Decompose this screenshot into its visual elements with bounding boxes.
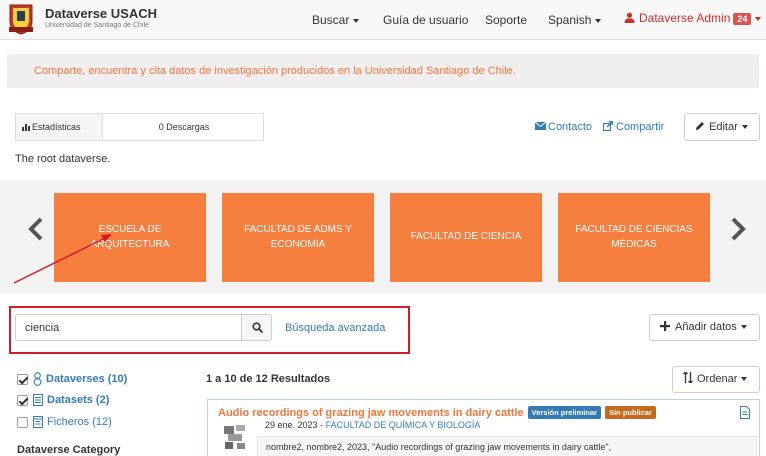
- nav-language-label: Spanish: [548, 13, 592, 27]
- files-checkbox[interactable]: [17, 416, 28, 428]
- facet-datasets-label: Datasets (2): [47, 394, 110, 406]
- add-data-button[interactable]: Añadir datos: [649, 314, 760, 341]
- result-meta: 29 ene. 2023 - FACULTAD DE QUÍMICA Y BIO…: [265, 420, 481, 430]
- file-icon: [740, 406, 750, 419]
- downloads-count: 0 Descargas: [158, 122, 210, 132]
- facet-files[interactable]: Ficheros (12): [17, 416, 112, 429]
- search-input[interactable]: [15, 314, 242, 341]
- contact-label: Contacto: [548, 121, 593, 133]
- result-card: Audio recordings of grazing jaw movement…: [207, 399, 760, 456]
- usach-logo[interactable]: [8, 3, 34, 35]
- facet-datasets[interactable]: Datasets (2): [17, 394, 110, 407]
- search-button[interactable]: [241, 314, 272, 341]
- chevron-left-icon[interactable]: [26, 216, 46, 242]
- nav-user-menu[interactable]: Dataverse Admin 24: [624, 11, 762, 25]
- results-count: 1 a 10 de 12 Resultados: [206, 373, 331, 385]
- brand-title[interactable]: Dataverse USACH: [45, 6, 157, 21]
- stats-label: Estadísticas: [16, 114, 103, 140]
- brand-subtitle: Universidad de Santiago de Chile: [45, 22, 149, 29]
- chevron-down-icon: [595, 18, 602, 23]
- sort-button[interactable]: Ordenar: [672, 366, 760, 393]
- result-title[interactable]: Audio recordings of grazing jaw movement…: [218, 406, 657, 419]
- nav-language-menu[interactable]: Spanish: [548, 13, 602, 27]
- dataverse-icon: [33, 372, 42, 386]
- featured-carousel: ESCUELA DE ARQUITECTURA FACULTAD DE ADMS…: [0, 180, 766, 294]
- nav-user-label: Dataverse Admin: [639, 11, 731, 25]
- carousel-card[interactable]: FACULTAD DE ADMS Y ECONOMÍA: [222, 193, 374, 282]
- chevron-down-icon: [740, 325, 747, 330]
- nav-support[interactable]: Soporte: [485, 13, 527, 27]
- root-description: The root dataverse.: [15, 153, 111, 165]
- magnifier-icon: [252, 322, 263, 333]
- bar-chart-icon: [22, 124, 30, 131]
- dataset-thumbnail[interactable]: [222, 422, 248, 452]
- share-label: Compartir: [616, 121, 665, 133]
- chevron-down-icon: [353, 18, 360, 23]
- sort-label: Ordenar: [697, 373, 738, 385]
- dataset-icon: [33, 394, 43, 407]
- unpublished-badge: Sin publicar: [605, 406, 657, 419]
- stats-panel: Estadísticas 0 Descargas: [15, 113, 264, 141]
- draft-badge: Versión preliminar: [527, 406, 602, 419]
- chevron-down-icon: [741, 125, 748, 130]
- chevron-down-icon: [755, 16, 762, 21]
- envelope-icon: [534, 121, 547, 130]
- contact-link[interactable]: Contacto: [534, 121, 593, 133]
- result-faculty-link[interactable]: FACULTAD DE QUÍMICA Y BIOLOGÍA: [326, 420, 481, 430]
- nav-search-label: Buscar: [312, 13, 350, 27]
- sort-icon: [683, 371, 693, 384]
- facet-dataverses[interactable]: Dataverses (10): [17, 372, 127, 386]
- pencil-icon: [696, 122, 704, 130]
- carousel-card[interactable]: FACULTAD DE CIENCIA: [390, 193, 542, 282]
- chevron-down-icon: [741, 377, 748, 382]
- welcome-banner: Comparte, encuentra y cita datos de inve…: [7, 54, 759, 88]
- chevron-right-icon[interactable]: [728, 216, 748, 242]
- add-data-label: Añadir datos: [675, 321, 737, 333]
- result-citation: nombre2, nombre2, 2023, "Audio recording…: [257, 436, 757, 456]
- share-link[interactable]: Compartir: [602, 120, 665, 133]
- stats-label-text: Estadísticas: [32, 122, 81, 132]
- carousel-card[interactable]: FACULTAD DE CIENCIAS MÉDICAS: [558, 193, 710, 282]
- result-title-text: Audio recordings of grazing jaw movement…: [218, 407, 524, 419]
- top-navbar: Dataverse USACH Universidad de Santiago …: [0, 0, 766, 40]
- nav-user-guide[interactable]: Guía de usuario: [383, 13, 468, 27]
- carousel-card[interactable]: ESCUELA DE ARQUITECTURA: [54, 193, 206, 282]
- advanced-search-link[interactable]: Búsqueda avanzada: [285, 322, 385, 334]
- facet-files-label: Ficheros (12): [47, 416, 112, 428]
- edit-button[interactable]: Editar: [684, 113, 760, 141]
- edit-label: Editar: [709, 121, 738, 133]
- dataverses-checkbox[interactable]: [17, 373, 28, 385]
- notification-badge: 24: [733, 13, 752, 25]
- share-icon: [602, 120, 614, 132]
- file-icon: [33, 416, 43, 429]
- result-date: 29 ene. 2023: [265, 420, 318, 430]
- facet-dataverses-label: Dataverses (10): [46, 372, 128, 385]
- facet-category-heading: Dataverse Category: [17, 444, 121, 456]
- plus-icon: [660, 321, 670, 331]
- user-icon: [624, 12, 635, 23]
- nav-search-menu[interactable]: Buscar: [312, 13, 360, 27]
- datasets-checkbox[interactable]: [17, 394, 28, 406]
